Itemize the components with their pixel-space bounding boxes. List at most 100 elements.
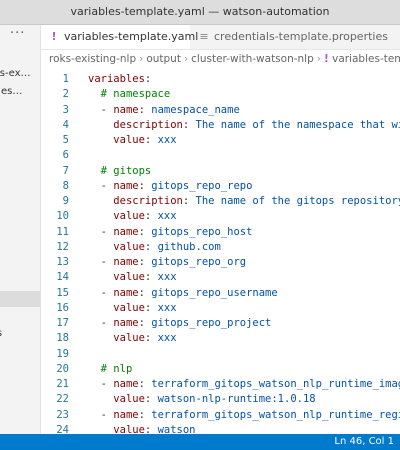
yaml-key: value <box>113 423 145 434</box>
ellipsis-icon[interactable]: ··· <box>10 26 25 41</box>
code-line[interactable]: 21 - name: terraform_gitops_watson_nlp_r… <box>41 377 400 392</box>
cursor-position[interactable]: Ln 46, Col 1 <box>334 434 394 450</box>
editor-tabs: ! variables-template.yaml ≡ credentials-te… <box>41 25 400 50</box>
tab-credentials-template[interactable]: ≡ credentials-template.properties <box>191 25 400 49</box>
chevron-right-icon: › <box>139 53 144 65</box>
yaml-value: gitops_repo_username <box>151 286 278 299</box>
yaml-colon: : <box>138 378 152 390</box>
code-line[interactable]: 1 variables: <box>41 72 400 87</box>
properties-file-icon: ≡ <box>199 30 209 43</box>
code-line[interactable]: 14 value: xxx <box>41 270 400 285</box>
code-editor[interactable]: 1 variables: 2 # namespace 3 - name: namesp… <box>41 68 400 434</box>
sidebar-item-selected[interactable] <box>0 291 40 307</box>
yaml-key: name <box>113 286 139 299</box>
yaml-colon: : <box>144 73 152 85</box>
code-line[interactable]: 20 # nlp <box>41 362 400 377</box>
sidebar-item[interactable]: erties… <box>0 86 40 97</box>
code-line[interactable]: 18 value: xxx <box>41 331 400 346</box>
yaml-key: value <box>113 271 145 284</box>
code-line[interactable]: 10 value: xxx <box>41 209 400 224</box>
code-line[interactable]: 4 description: The name of the namespace… <box>41 118 400 133</box>
tab-label: variables-template.yaml <box>64 30 199 43</box>
window-title: variables-template.yaml — watson-automat… <box>0 0 400 25</box>
breadcrumb: roks-existing-nlp › output › cluster-with-wa… <box>41 50 400 68</box>
yaml-colon: : <box>182 118 196 131</box>
yaml-key: name <box>113 225 139 238</box>
yaml-file-icon: ! <box>51 30 57 43</box>
code-line[interactable]: 5 value: xxx <box>41 133 400 148</box>
yaml-key: name <box>113 317 139 329</box>
yaml-value: gitops_repo_org <box>151 256 247 268</box>
sidebar-item-label: erties… <box>0 86 23 97</box>
tab-label: credentials-template.properties <box>214 30 388 43</box>
yaml-value: xxx <box>157 301 177 314</box>
yaml-value: gitops_repo_repo <box>151 179 253 192</box>
yaml-colon: : <box>144 271 158 284</box>
code-line[interactable]: 12 value: github.com <box>41 240 400 255</box>
breadcrumb-item[interactable]: variables-temp <box>332 53 400 65</box>
code-line[interactable]: 9 description: The name of the gitops re… <box>41 194 400 209</box>
code-line[interactable]: 3 - name: namespace_name <box>41 103 400 118</box>
code-line[interactable]: 24 value: watson <box>41 423 400 434</box>
list-dash: - <box>100 179 114 192</box>
yaml-colon: : <box>138 317 152 329</box>
code-line[interactable]: 15 - name: gitops_repo_username <box>41 286 400 301</box>
yaml-value: The name of the gitops repository that <box>195 195 400 207</box>
sidebar-item[interactable]: roks-ex… <box>0 68 40 79</box>
code-line[interactable]: 2 # namespace <box>41 87 400 102</box>
line-number: 3 <box>62 103 69 116</box>
yaml-colon: : <box>138 225 152 238</box>
line-number: 5 <box>62 134 69 146</box>
list-dash: - <box>100 225 114 238</box>
code-line[interactable]: 8 - name: gitops_repo_repo <box>41 179 400 194</box>
line-number: 12 <box>56 240 69 253</box>
tab-variables-template[interactable]: ! variables-template.yaml <box>41 25 198 49</box>
code-line[interactable]: 19 <box>41 347 400 362</box>
line-number: 1 <box>62 73 69 85</box>
yaml-value: xxx <box>157 134 177 146</box>
code-line[interactable]: 16 value: xxx <box>41 301 400 316</box>
list-dash: - <box>100 286 114 299</box>
breadcrumb-item[interactable]: output <box>146 53 181 65</box>
code-line[interactable]: 11 - name: gitops_repo_host <box>41 225 400 240</box>
yaml-colon: : <box>138 408 152 421</box>
chevron-right-icon: › <box>183 53 189 65</box>
yaml-key: name <box>113 408 139 421</box>
sidebar-item[interactable]: ties <box>0 328 40 339</box>
breadcrumb-item[interactable]: cluster-with-watson-nlp <box>191 53 314 65</box>
yaml-value: github.com <box>157 240 221 253</box>
yaml-colon: : <box>144 332 158 345</box>
code-line[interactable]: 6 <box>41 148 400 163</box>
line-number: 6 <box>62 149 69 162</box>
yaml-key: name <box>113 378 139 390</box>
list-dash: - <box>100 378 114 390</box>
breadcrumb-item[interactable]: roks-existing-nlp <box>49 53 136 65</box>
line-number: 2 <box>62 88 69 101</box>
code-line[interactable]: 23 - name: terraform_gitops_watson_nlp_r… <box>41 408 400 423</box>
sidebar-item[interactable]: up <box>0 242 40 253</box>
line-number: 14 <box>56 271 69 284</box>
code-line[interactable]: 13 - name: gitops_repo_org <box>41 255 400 270</box>
yaml-value: terraform_gitops_watson_nlp_runtime_regi… <box>151 408 400 421</box>
yaml-colon: : <box>138 103 152 116</box>
yaml-key: value <box>113 134 145 146</box>
code-line[interactable]: 22 value: watson-nlp-runtime:1.0.18 <box>41 392 400 407</box>
line-number: 15 <box>56 286 69 299</box>
yaml-key: value <box>113 240 145 253</box>
yaml-colon: : <box>144 393 158 406</box>
yaml-comment: # namespace <box>100 88 171 101</box>
code-line[interactable]: 17 - name: gitops_repo_project <box>41 316 400 331</box>
yaml-value: The name of the namespace that will be <box>195 118 400 131</box>
code-line[interactable]: 7 # gitops <box>41 164 400 179</box>
